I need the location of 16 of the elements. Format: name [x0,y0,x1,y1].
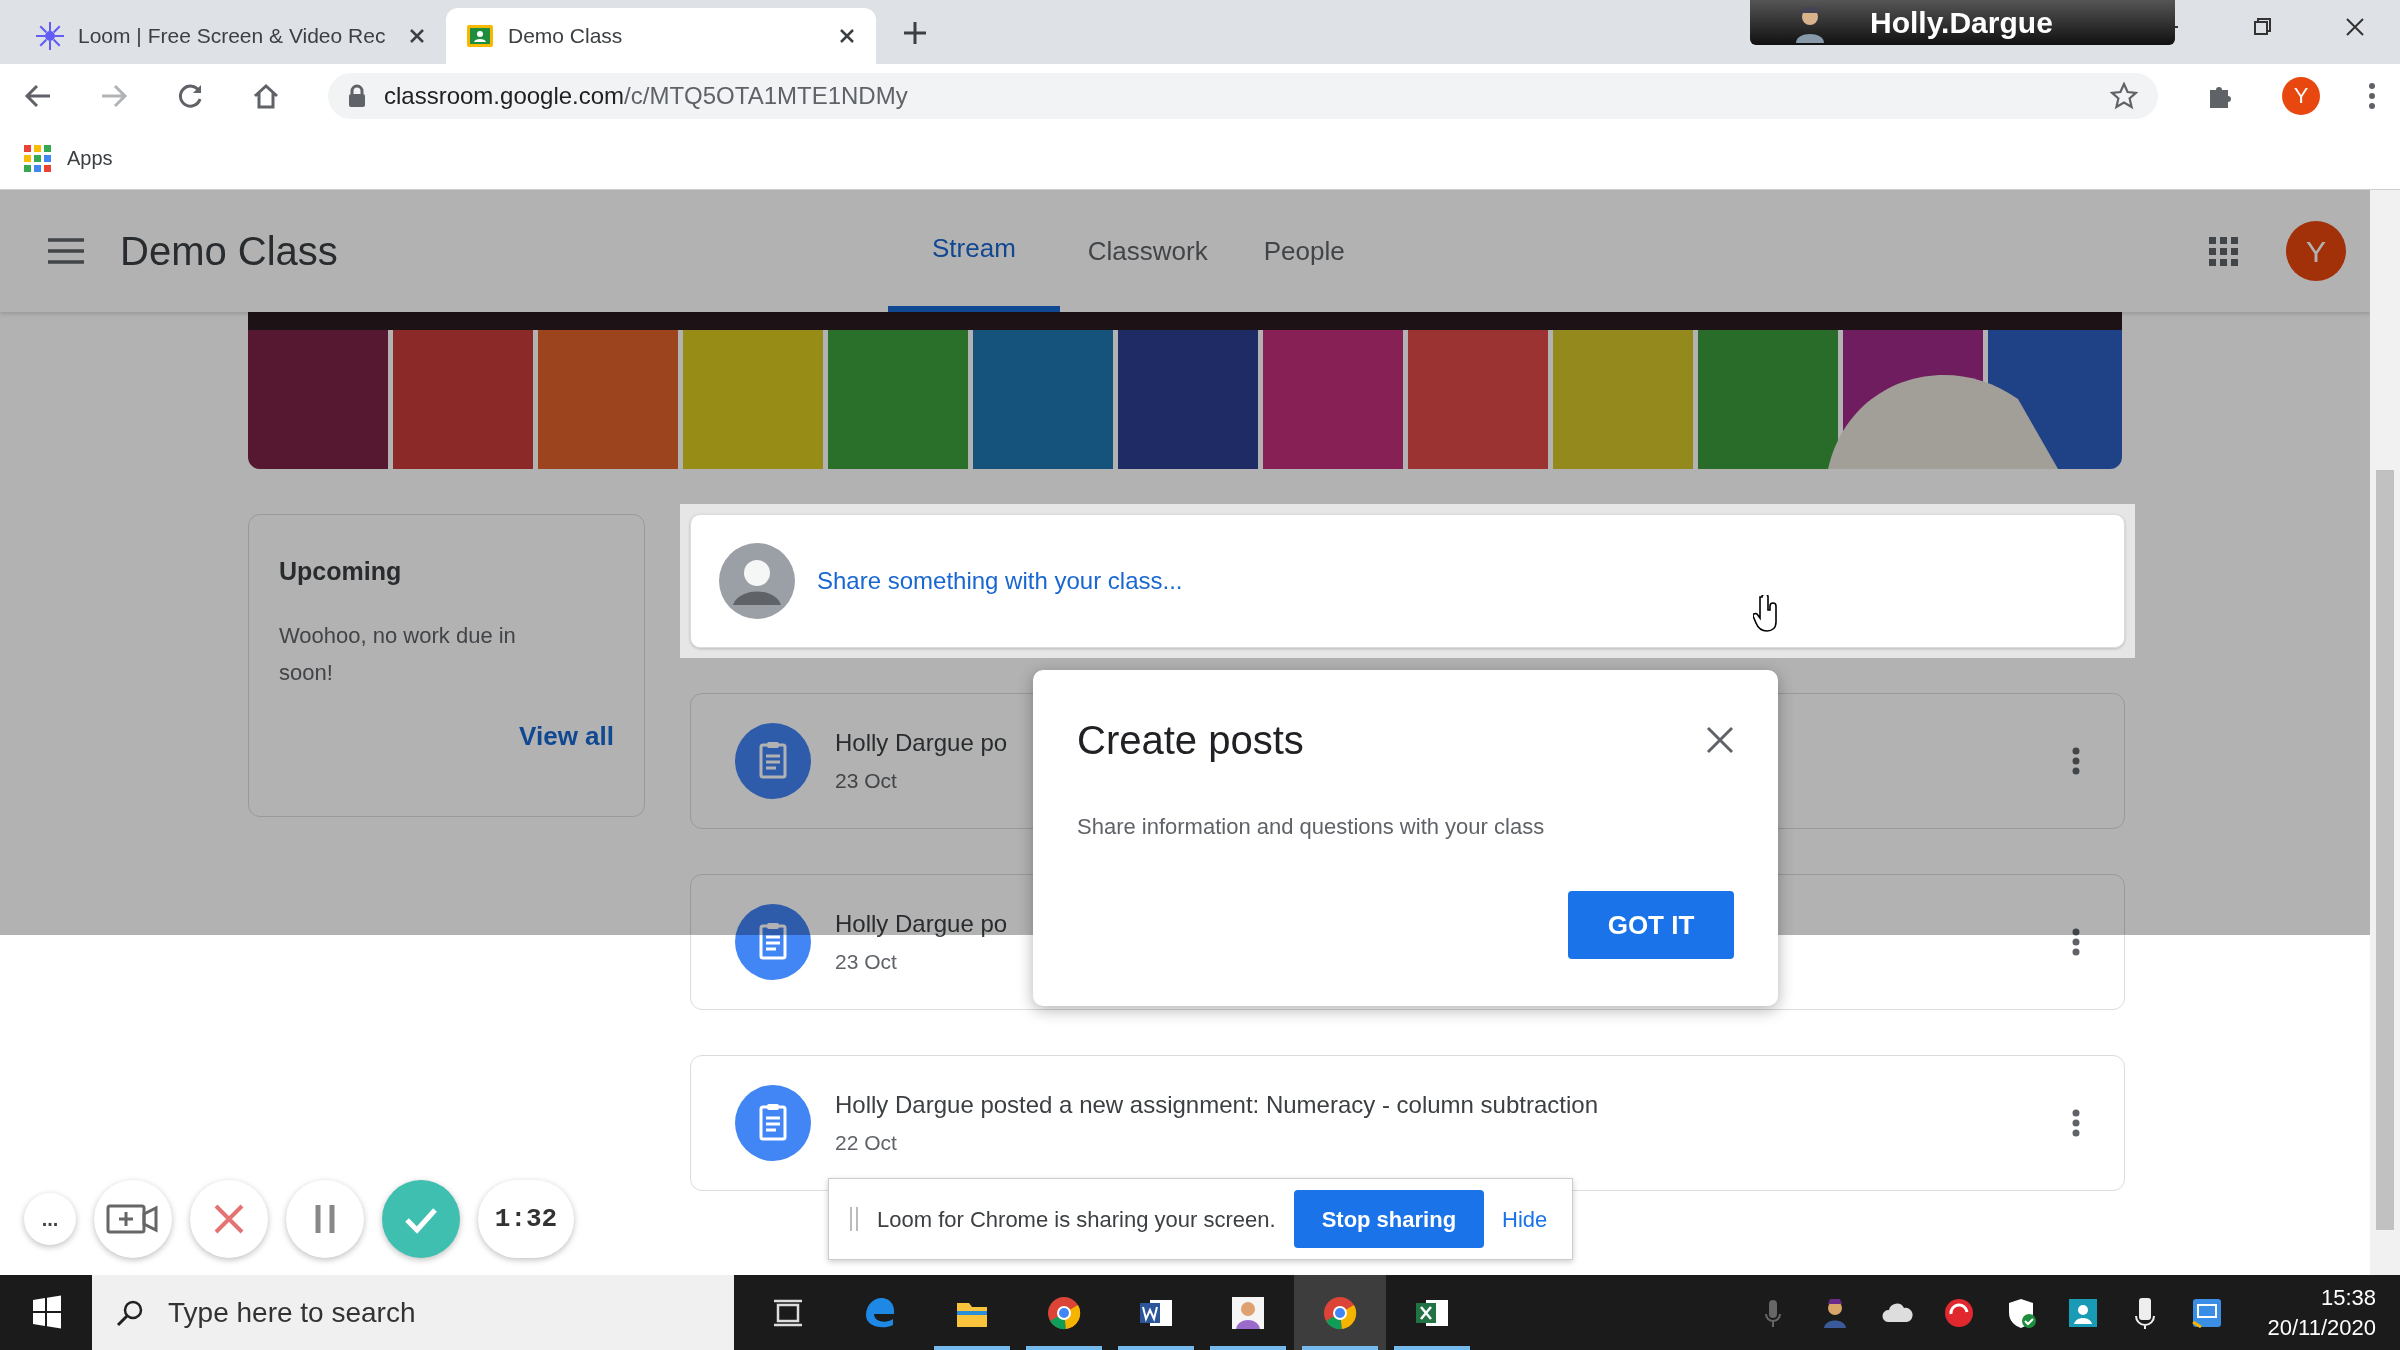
post-date: 23 Oct [835,949,897,976]
card-message: Woohoo, no work due in soon! [279,621,517,687]
tab-title: Loom | Free Screen & Video Rec [78,23,387,50]
dialog-title: Create posts [1077,717,1304,764]
post-date: 22 Oct [835,1130,897,1157]
sharing-message: Loom for Chrome is sharing your screen. [877,1205,1276,1234]
dialog-message: Share information and questions with your class [1077,813,1546,841]
recording-timer: 1:32 [478,1180,574,1258]
tab-title: Demo Class [508,23,624,50]
card-title: Upcoming [279,556,403,587]
url-text: classroom.google.com/c/MTQ5OTA1MTE1NDMy [384,80,909,111]
post-date: 23 Oct [835,768,897,795]
badge-label: Holly.Dargue [1870,5,2053,41]
post-title: Holly Dargue po [835,909,1008,940]
post-title: Holly Dargue po [835,728,1008,759]
post-title: Holly Dargue posted a new assignment: Numeracy - column subtraction [835,1090,1599,1121]
